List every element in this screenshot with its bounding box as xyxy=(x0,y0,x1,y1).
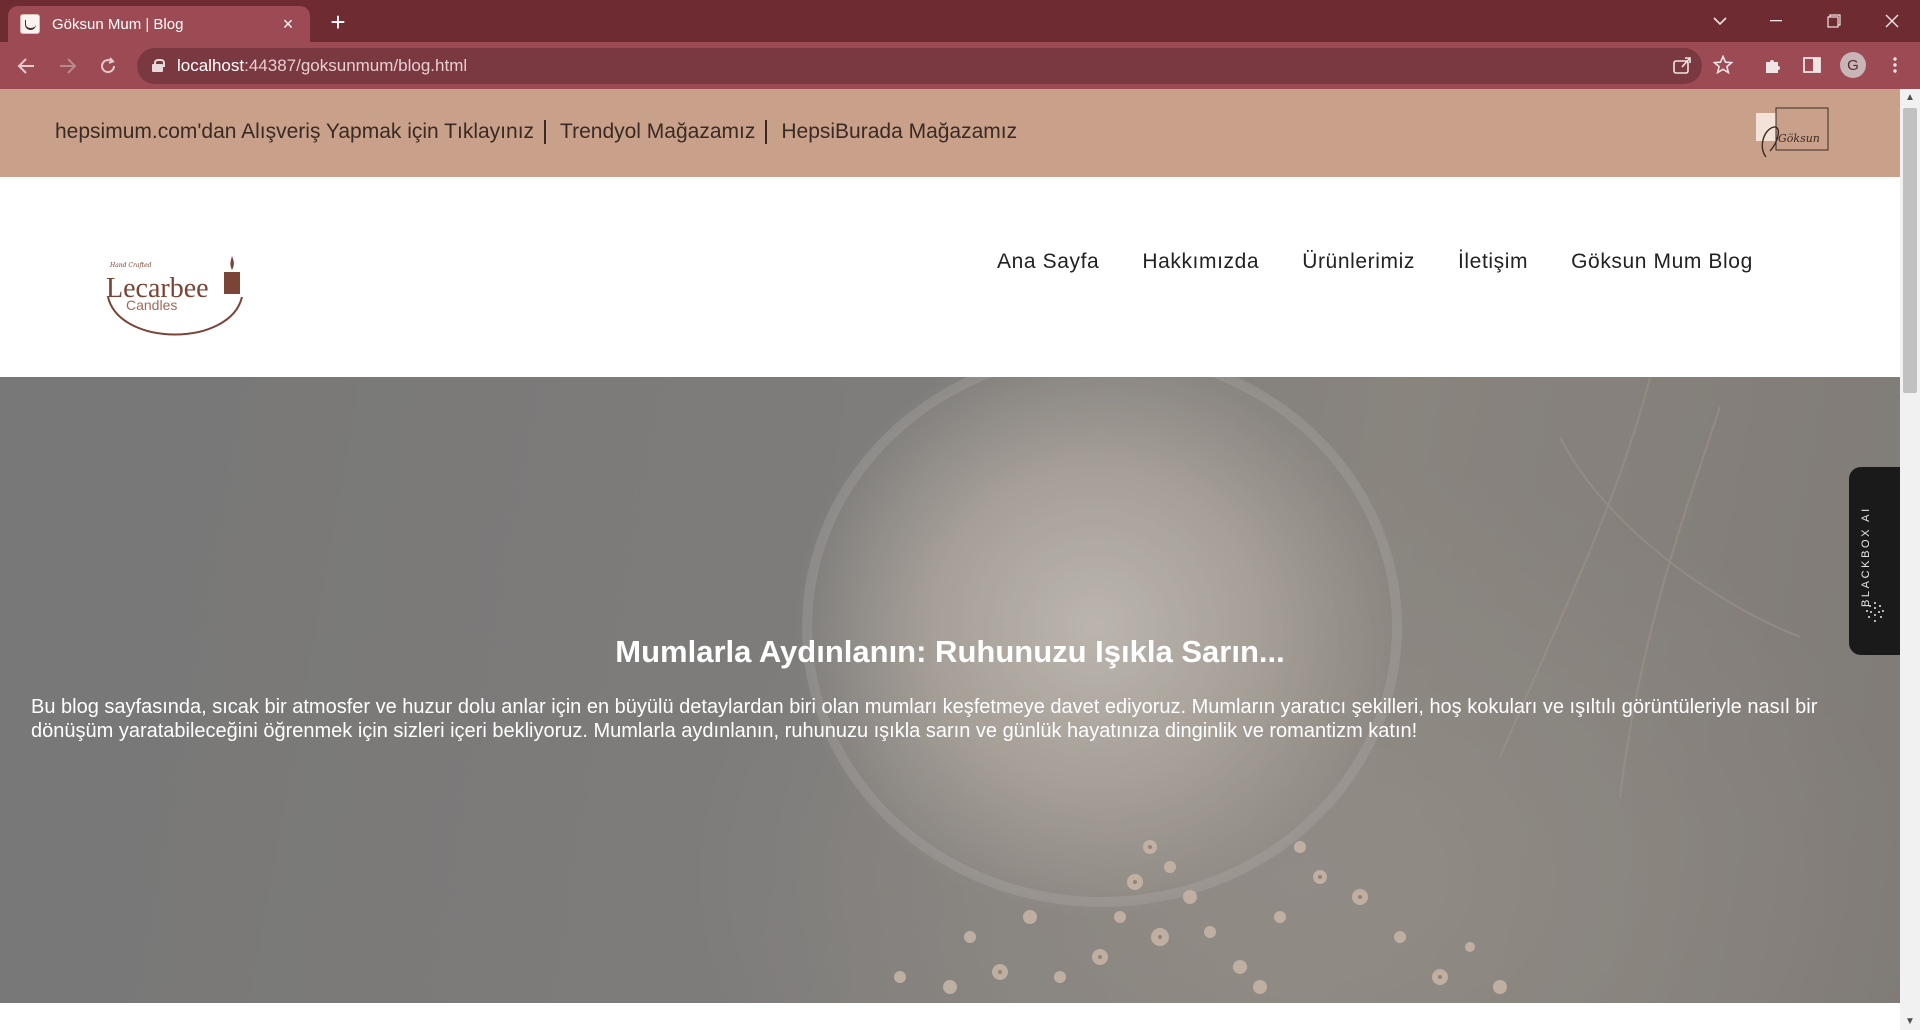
blackbox-ai-widget[interactable]: BLACKBOX AI xyxy=(1849,467,1900,655)
page-scrollbar[interactable]: ▲ ▼ xyxy=(1900,89,1920,1030)
browser-tabstrip: Göksun Mum | Blog × + xyxy=(0,0,1920,42)
browser-tab[interactable]: Göksun Mum | Blog × xyxy=(8,6,310,42)
trendyol-link[interactable]: Trendyol Mağazamız xyxy=(560,120,755,144)
address-bar[interactable]: localhost:44387/goksunmum/blog.html xyxy=(137,48,1702,84)
url-host: localhost xyxy=(177,56,245,75)
hero-title: Mumlarla Aydınlanın: Ruhunuzu Işıkla Sar… xyxy=(615,634,1285,669)
share-icon[interactable] xyxy=(1667,50,1697,80)
site-favicon-icon xyxy=(20,14,40,34)
content-section-start xyxy=(0,1003,1900,1030)
bookmark-star-icon[interactable] xyxy=(1708,50,1738,80)
nav-products[interactable]: Ürünlerimiz xyxy=(1302,250,1415,274)
link-divider xyxy=(765,120,768,144)
main-navigation: Ana Sayfa Hakkımızda Ürünlerimiz İletişi… xyxy=(997,250,1753,274)
forward-icon[interactable] xyxy=(52,50,84,82)
tab-title: Göksun Mum | Blog xyxy=(52,15,184,33)
minimize-icon[interactable] xyxy=(1748,0,1804,42)
scroll-down-icon[interactable]: ▼ xyxy=(1900,1013,1920,1030)
site-header: Hand Crafted Lecarbee Candles Ana Sayfa … xyxy=(0,177,1900,377)
svg-text:Hand Crafted: Hand Crafted xyxy=(109,262,152,269)
restore-icon[interactable] xyxy=(1806,0,1862,42)
tab-search-icon[interactable] xyxy=(1692,0,1748,42)
hero-banner: Mumlarla Aydınlanın: Ruhunuzu Işıkla Sar… xyxy=(0,377,1900,1003)
lecarbee-logo[interactable]: Hand Crafted Lecarbee Candles xyxy=(100,252,260,352)
hepsiburada-link[interactable]: HepsiBurada Mağazamız xyxy=(781,120,1017,144)
hepsimum-link[interactable]: hepsimum.com'dan Alışveriş Yapmak için T… xyxy=(55,120,534,144)
hero-description: Bu blog sayfasında, sıcak bir atmosfer v… xyxy=(31,696,1818,742)
link-divider xyxy=(544,120,547,144)
store-links: hepsimum.com'dan Alışveriş Yapmak için T… xyxy=(55,120,1017,144)
scrollbar-thumb[interactable] xyxy=(1903,108,1917,393)
scroll-up-icon[interactable]: ▲ xyxy=(1900,89,1920,106)
new-tab-icon[interactable]: + xyxy=(324,9,352,37)
page-viewport: hepsimum.com'dan Alışveriş Yapmak için T… xyxy=(0,89,1900,1030)
hero-overlay xyxy=(0,377,1900,1003)
top-announcement-bar: hepsimum.com'dan Alışveriş Yapmak için T… xyxy=(0,89,1900,177)
blackbox-ai-label: BLACKBOX AI xyxy=(1860,506,1872,607)
reload-icon[interactable] xyxy=(92,50,124,82)
back-icon[interactable] xyxy=(10,50,42,82)
svg-text:Candles: Candles xyxy=(126,297,177,313)
nav-about[interactable]: Hakkımızda xyxy=(1142,250,1259,274)
close-window-icon[interactable] xyxy=(1864,0,1920,42)
svg-text:Göksun: Göksun xyxy=(1778,132,1820,145)
blackbox-logo-icon xyxy=(1866,602,1884,622)
goksun-mini-logo[interactable]: Göksun xyxy=(1756,107,1830,161)
nav-blog[interactable]: Göksun Mum Blog xyxy=(1571,250,1753,274)
side-panel-icon[interactable] xyxy=(1797,50,1827,80)
browser-toolbar: localhost:44387/goksunmum/blog.html xyxy=(0,42,1920,89)
lock-icon xyxy=(152,59,165,72)
browser-menu-icon[interactable] xyxy=(1880,50,1910,80)
extensions-icon[interactable] xyxy=(1758,50,1788,80)
close-tab-icon[interactable]: × xyxy=(278,14,298,34)
nav-home[interactable]: Ana Sayfa xyxy=(997,250,1099,274)
url-path: :44387/goksunmum/blog.html xyxy=(244,56,468,75)
profile-avatar[interactable]: G xyxy=(1840,52,1866,78)
nav-contact[interactable]: İletişim xyxy=(1458,250,1528,274)
